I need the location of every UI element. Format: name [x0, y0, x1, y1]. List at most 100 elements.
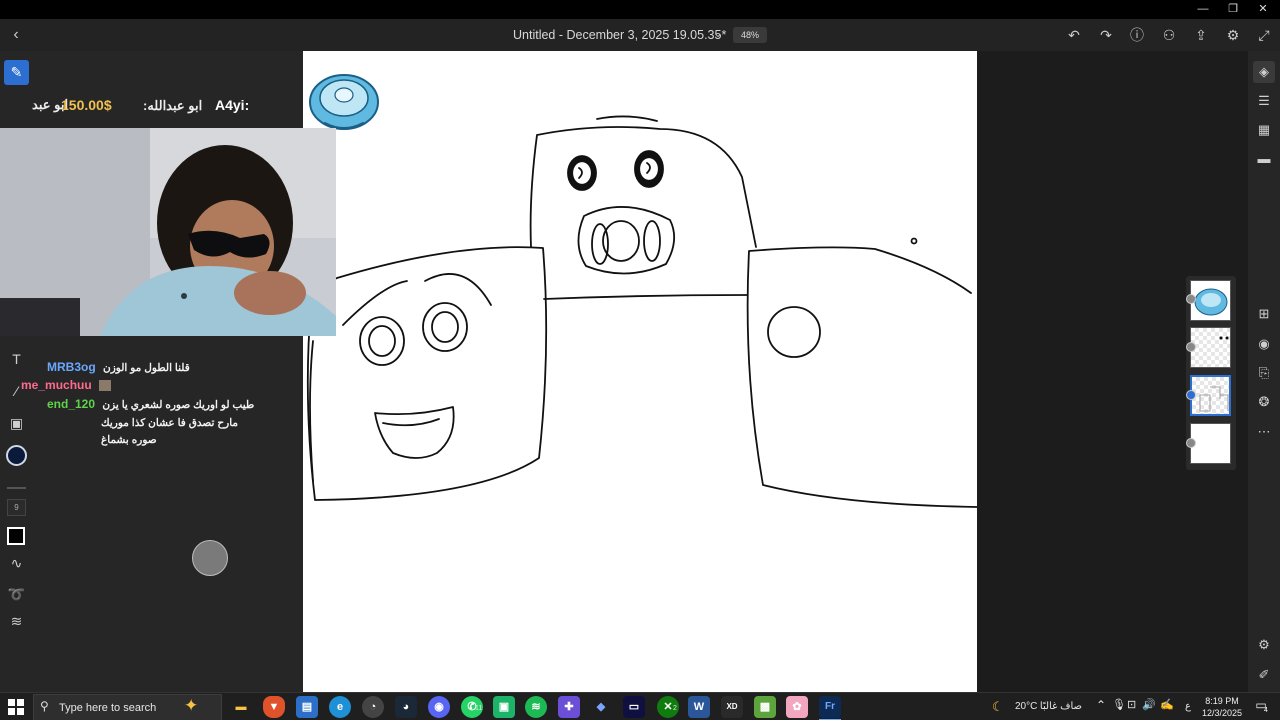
drawing-canvas[interactable]	[303, 51, 977, 692]
text-icon[interactable]: T	[4, 347, 29, 372]
adjust-icon[interactable]: ≋	[4, 609, 29, 634]
store-icon[interactable]: ▤	[296, 696, 318, 718]
layer-thumbnail	[1199, 386, 1229, 412]
chat-text: صوره بشماغ	[101, 434, 157, 446]
donor-user: A4yi:	[215, 97, 250, 113]
image-icon[interactable]: ▣	[4, 411, 29, 436]
back-icon[interactable]: ‹	[6, 25, 26, 45]
layer-visibility-toggle[interactable]	[1186, 342, 1196, 352]
close-button[interactable]: ✕	[1253, 2, 1273, 17]
app-header: ‹ Untitled - December 3, 2025 19.05.35* …	[0, 19, 1280, 51]
ruler-icon[interactable]: ✐	[1253, 664, 1275, 686]
sketch-drawing	[306, 74, 977, 508]
clock-app-icon[interactable]: ◔	[362, 696, 384, 718]
layer-item[interactable]	[1190, 423, 1231, 464]
vpn-app-icon[interactable]: ◆	[590, 696, 612, 718]
chevron-down-icon[interactable]: ⌄	[710, 25, 726, 43]
layer-thumbnail	[1194, 288, 1228, 316]
fresco-icon[interactable]: Fr	[819, 696, 841, 718]
undo-icon[interactable]: ↶	[1064, 25, 1084, 45]
shape-icon[interactable]	[7, 527, 25, 545]
layer-thumbnail	[1219, 336, 1229, 340]
layer-item[interactable]	[1190, 327, 1231, 368]
adjustments-icon[interactable]: ☰	[1253, 90, 1275, 112]
layer-visibility-toggle[interactable]	[1186, 390, 1196, 400]
layer-visibility-toggle[interactable]	[1186, 294, 1196, 304]
xbox-badge: 2	[673, 705, 677, 712]
share-user-icon[interactable]: ⚇	[1159, 25, 1179, 45]
brave-icon[interactable]: ▼	[263, 696, 285, 718]
chat-text: قلنا الطول مو الوزن	[103, 362, 190, 374]
brush-size-slider[interactable]	[7, 487, 26, 489]
clock[interactable]: 8:19 PM 12/3/2025	[1199, 695, 1245, 719]
weather-text[interactable]: صاف غالبًا	[1040, 701, 1082, 712]
webcam-feed	[0, 128, 336, 336]
network-icon[interactable]: ⊡	[1127, 698, 1136, 711]
brush-icon[interactable]: ✎	[4, 60, 29, 85]
color-icon[interactable]	[6, 445, 27, 466]
minecraft-icon[interactable]: ▩	[754, 696, 776, 718]
maximize-button[interactable]: ❐	[1223, 2, 1243, 17]
brush-size-value[interactable]: 9	[7, 499, 26, 516]
add-layer-icon[interactable]: ⊞	[1253, 303, 1275, 325]
pink-app-icon[interactable]: ✿	[786, 696, 808, 718]
edge-icon[interactable]: e	[329, 696, 351, 718]
brush-cursor	[192, 540, 228, 576]
weather-icon[interactable]: ☾	[992, 699, 1004, 715]
chat-user: me_muchuu	[21, 378, 92, 392]
microphone-icon[interactable]: 🎙	[1112, 698, 1126, 711]
whatsapp-badge: 11	[475, 705, 483, 712]
window-titlebar: — ❐ ✕	[0, 0, 1280, 19]
sparkle-icon: ✦	[184, 696, 199, 715]
terminal-app-icon[interactable]: ▭	[623, 696, 645, 718]
lasso-icon[interactable]: ➰	[4, 582, 29, 607]
weather-temp[interactable]: 20°C	[1015, 701, 1037, 712]
visibility-icon[interactable]: ◉	[1253, 333, 1275, 355]
redo-icon[interactable]: ↷	[1096, 25, 1116, 45]
more-icon[interactable]: ⋯	[1253, 421, 1275, 443]
notification-count: 4	[1264, 707, 1268, 714]
word-icon[interactable]: W	[688, 696, 710, 718]
discord-app-icon[interactable]: ◉	[428, 696, 450, 718]
search-icon: ⚲	[40, 699, 49, 713]
help-icon[interactable]: ⓘ	[1127, 25, 1147, 45]
file-explorer-icon[interactable]: ▬	[230, 696, 252, 718]
document-title[interactable]: Untitled - December 3, 2025 19.05.35*	[513, 28, 726, 42]
grid-icon[interactable]: ▦	[1253, 119, 1275, 141]
donor-name: ابو عبدالله:	[143, 98, 203, 113]
volume-icon[interactable]: 🔊	[1142, 698, 1156, 711]
search-input[interactable]: ⚲ Type here to search ✦	[33, 694, 222, 720]
fullscreen-icon[interactable]: ⤢	[1254, 25, 1274, 45]
screen: — ❐ ✕ ‹ Untitled - December 3, 2025 19.0…	[0, 0, 1280, 720]
webcam-image	[0, 128, 336, 336]
export-icon[interactable]: ⇪	[1191, 25, 1211, 45]
layer-item-selected[interactable]	[1190, 375, 1231, 416]
minimize-button[interactable]: —	[1193, 2, 1213, 17]
chat-text: مارح تصدق فا عشان كذا موريك	[101, 417, 239, 429]
donation-amount: 150.00$	[61, 97, 112, 113]
xd-app-icon[interactable]: XD	[721, 696, 743, 718]
steam-icon[interactable]: ◕	[395, 696, 417, 718]
blend-icon[interactable]: ❂	[1253, 391, 1275, 413]
import-icon[interactable]: ⎘	[1253, 362, 1275, 384]
layer-visibility-toggle[interactable]	[1186, 438, 1196, 448]
right-toolbar: ◈ ☰ ▦ ▬ ⊞ ◉ ⎘ ❂ ⋯ ⚙ ✐	[1248, 51, 1280, 692]
time: 8:19 PM	[1205, 696, 1239, 706]
comment-icon[interactable]: ▬	[1253, 148, 1275, 170]
chat-text: طيب لو اوريك صوره لشعري يا يزن	[102, 399, 255, 411]
stroke-smooth-icon[interactable]: ∿	[4, 551, 29, 576]
properties-icon[interactable]: ⚙	[1253, 634, 1275, 656]
gamepad-app-icon[interactable]: ✚	[558, 696, 580, 718]
layer-item[interactable]	[1190, 280, 1231, 321]
zoom-level[interactable]: 48%	[733, 27, 767, 43]
pen-icon[interactable]: ✍	[1160, 698, 1174, 711]
spotify-icon[interactable]: ≋	[525, 696, 547, 718]
start-button[interactable]	[8, 699, 24, 715]
game-app-icon[interactable]: ▣	[493, 696, 515, 718]
layers-icon[interactable]: ◈	[1253, 61, 1275, 83]
keyboard-language[interactable]: ع	[1185, 701, 1191, 712]
settings-icon[interactable]: ⚙	[1223, 25, 1243, 45]
chat-message: end_120 طيب لو اوريك صوره لشعري يا يزن	[47, 397, 254, 411]
chat-message: MRB3og قلنا الطول مو الوزن	[47, 360, 190, 374]
chevron-up-icon[interactable]: ⌃	[1096, 698, 1106, 712]
